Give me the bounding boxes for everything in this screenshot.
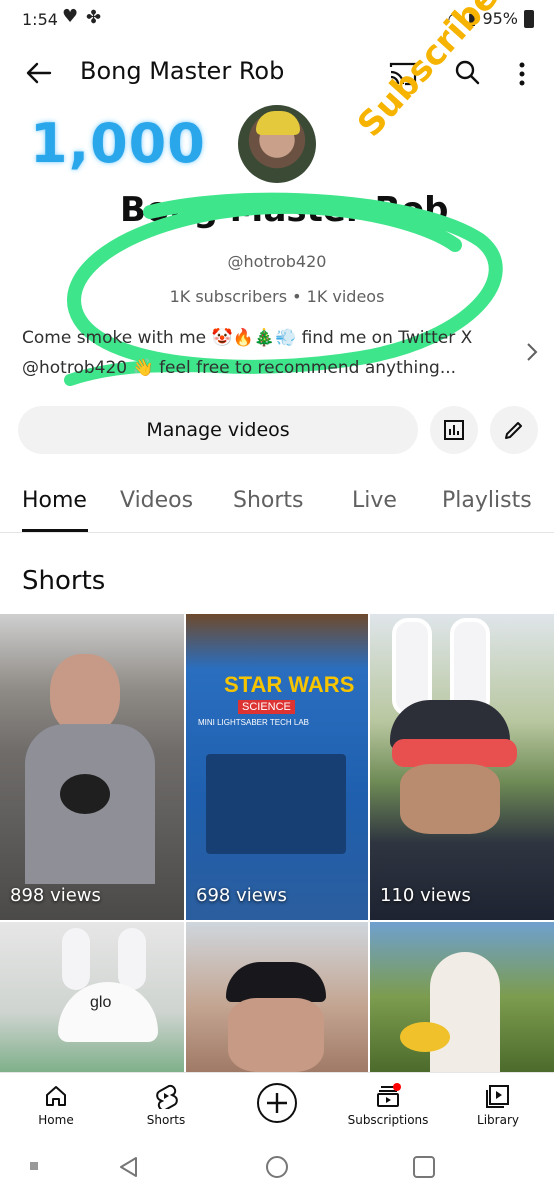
nav-library-label: Library <box>477 1113 519 1127</box>
star-wars-title: STAR WARS <box>224 672 355 697</box>
nav-home-label: Home <box>38 1113 74 1127</box>
pencil-icon <box>505 422 522 439</box>
shorts-section-title: Shorts <box>22 566 106 596</box>
edit-button[interactable] <box>490 406 538 454</box>
chevron-right-icon[interactable] <box>522 340 540 364</box>
tab-videos[interactable]: Videos <box>120 488 193 513</box>
science-label: SCIENCE <box>238 700 295 714</box>
person-face <box>228 998 324 1072</box>
more-options-icon[interactable] <box>512 60 532 88</box>
person-face <box>400 764 500 834</box>
tab-home[interactable]: Home <box>22 488 87 513</box>
tab-shorts[interactable]: Shorts <box>233 488 304 513</box>
short-thumbnail[interactable] <box>370 922 554 1072</box>
short-views: 898 views <box>10 885 101 906</box>
short-views: 698 views <box>196 885 287 906</box>
channel-avatar[interactable] <box>238 105 316 183</box>
mascot-head <box>430 952 500 1072</box>
channel-handle: @hotrob420 <box>227 252 327 271</box>
short-thumbnail[interactable] <box>186 922 368 1072</box>
short-thumbnail[interactable]: 110 views <box>370 614 554 920</box>
status-time: 1:54 <box>22 10 58 29</box>
pinwheel-icon: ✤ <box>86 7 102 28</box>
header-title: Bong Master Rob <box>80 57 285 85</box>
short-thumbnail[interactable]: STAR WARS SCIENCE MINI LIGHTSABER TECH L… <box>186 614 368 920</box>
nav-shorts[interactable]: Shorts <box>116 1079 216 1127</box>
channel-description[interactable]: Come smoke with me 🤡🔥🎄💨 find me on Twitt… <box>22 323 512 383</box>
home-icon <box>46 1086 66 1106</box>
nav-dot-icon <box>30 1162 38 1170</box>
tab-playlists[interactable]: Playlists <box>442 488 532 513</box>
nav-subscriptions[interactable]: Subscriptions <box>338 1079 438 1127</box>
channel-name: Bong Master Rob <box>120 190 449 230</box>
search-icon[interactable] <box>453 58 481 86</box>
tab-live[interactable]: Live <box>352 488 397 513</box>
manage-videos-button[interactable]: Manage videos <box>18 406 418 454</box>
back-triangle-icon[interactable] <box>116 1154 142 1180</box>
overlay-count: 1,000 <box>30 112 206 175</box>
mascot-beak <box>400 1022 450 1052</box>
nav-home[interactable]: Home <box>6 1079 106 1127</box>
manage-videos-label: Manage videos <box>146 419 290 441</box>
plus-circle-icon <box>257 1083 297 1123</box>
short-thumbnail[interactable]: glo <box>0 922 184 1072</box>
subscriptions-icon <box>377 1083 401 1107</box>
person-head <box>50 654 120 734</box>
analytics-button[interactable] <box>430 406 478 454</box>
back-arrow-icon[interactable] <box>24 58 54 88</box>
raiders-logo <box>60 774 110 814</box>
bunny-ear-right <box>118 928 146 990</box>
channel-tabs: Home Videos Shorts Live Playlists <box>0 478 554 533</box>
recents-square-icon[interactable] <box>412 1155 436 1179</box>
home-circle-icon[interactable] <box>264 1154 290 1180</box>
create-button[interactable] <box>227 1081 327 1129</box>
short-thumbnail[interactable]: 898 views <box>0 614 184 920</box>
system-nav-bar <box>0 1142 554 1200</box>
notification-dot <box>393 1083 401 1091</box>
analytics-icon <box>444 420 464 440</box>
battery-icon <box>524 9 534 28</box>
box-art <box>206 754 346 854</box>
nav-subscriptions-label: Subscriptions <box>347 1113 429 1127</box>
nav-library[interactable]: Library <box>448 1079 548 1127</box>
library-icon <box>486 1085 509 1108</box>
nav-shorts-label: Shorts <box>146 1113 186 1127</box>
avatar-hat <box>256 111 300 135</box>
bottom-nav: Home Shorts Subscriptions Library <box>0 1072 554 1143</box>
shorts-icon <box>156 1084 178 1109</box>
goggles <box>392 739 517 767</box>
short-views: 110 views <box>380 885 471 906</box>
channel-stats: 1K subscribers • 1K videos <box>169 287 385 306</box>
black-cap <box>226 962 326 1002</box>
bunny-ear-left <box>62 928 90 990</box>
hat-logo-text: glo <box>90 994 112 1011</box>
white-hat <box>58 982 158 1042</box>
tech-lab-label: MINI LIGHTSABER TECH LAB <box>198 718 309 727</box>
active-tab-indicator <box>22 529 88 532</box>
heart-icon: ♥ <box>62 6 79 27</box>
